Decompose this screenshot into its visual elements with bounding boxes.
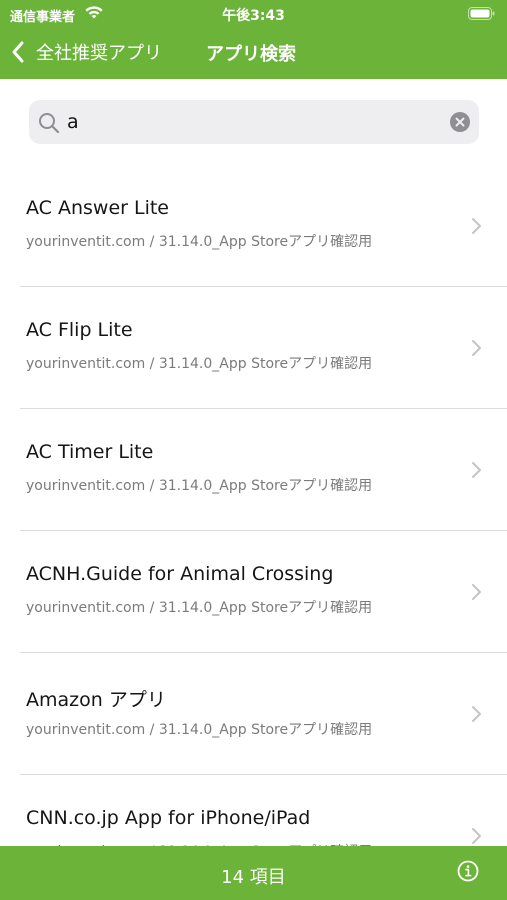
battery-icon xyxy=(468,7,495,20)
app-subtitle: yourinventit.com / 31.14.0_App Storeアプリ確… xyxy=(26,600,373,616)
page-title: アプリ検索 xyxy=(206,44,296,65)
app-title: ACNH.Guide for Animal Crossing xyxy=(26,563,334,585)
footer-toolbar: 14 項目 xyxy=(0,846,507,900)
app-title: AC Timer Lite xyxy=(26,441,154,463)
app-subtitle: yourinventit.com / 31.14.0_App Storeアプリ確… xyxy=(26,356,373,372)
list-item[interactable]: AC Timer Lite yourinventit.com / 31.14.0… xyxy=(0,409,507,531)
header: 通信事業者 午後3:43 全社推奨アプリ アプリ検索 xyxy=(0,0,507,79)
status-time: 午後3:43 xyxy=(222,8,285,24)
app-list: AC Answer Lite yourinventit.com / 31.14.… xyxy=(0,165,507,897)
list-item[interactable]: AC Flip Lite yourinventit.com / 31.14.0_… xyxy=(0,287,507,409)
chevron-right-icon xyxy=(472,828,481,844)
app-title: CNN.co.jp App for iPhone/iPad xyxy=(26,807,311,829)
list-item[interactable]: Amazon アプリ yourinventit.com / 31.14.0_Ap… xyxy=(0,653,507,775)
app-subtitle: yourinventit.com / 31.14.0_App Storeアプリ確… xyxy=(26,234,373,250)
chevron-right-icon xyxy=(472,218,481,234)
list-item[interactable]: ACNH.Guide for Animal Crossing yourinven… xyxy=(0,531,507,653)
back-button[interactable]: 全社推奨アプリ xyxy=(10,37,162,67)
search-bar xyxy=(29,100,479,144)
chevron-right-icon xyxy=(472,584,481,600)
chevron-right-icon xyxy=(472,462,481,478)
search-input[interactable] xyxy=(67,108,427,136)
item-count-label: 14 項目 xyxy=(221,867,286,888)
chevron-left-icon xyxy=(12,41,24,63)
info-icon[interactable] xyxy=(457,860,479,882)
status-bar: 通信事業者 午後3:43 xyxy=(0,0,507,28)
search-icon xyxy=(39,113,60,134)
app-title: AC Flip Lite xyxy=(26,319,133,341)
clear-icon[interactable] xyxy=(450,112,470,132)
list-item[interactable]: AC Answer Lite yourinventit.com / 31.14.… xyxy=(0,165,507,287)
app-subtitle: yourinventit.com / 31.14.0_App Storeアプリ確… xyxy=(26,478,373,494)
app-title: Amazon アプリ xyxy=(26,689,166,711)
back-label: 全社推奨アプリ xyxy=(36,43,162,64)
app-title: AC Answer Lite xyxy=(26,197,169,219)
navigation-bar: 全社推奨アプリ アプリ検索 xyxy=(0,30,507,76)
chevron-right-icon xyxy=(472,706,481,722)
chevron-right-icon xyxy=(472,340,481,356)
app-subtitle: yourinventit.com / 31.14.0_App Storeアプリ確… xyxy=(26,722,373,738)
